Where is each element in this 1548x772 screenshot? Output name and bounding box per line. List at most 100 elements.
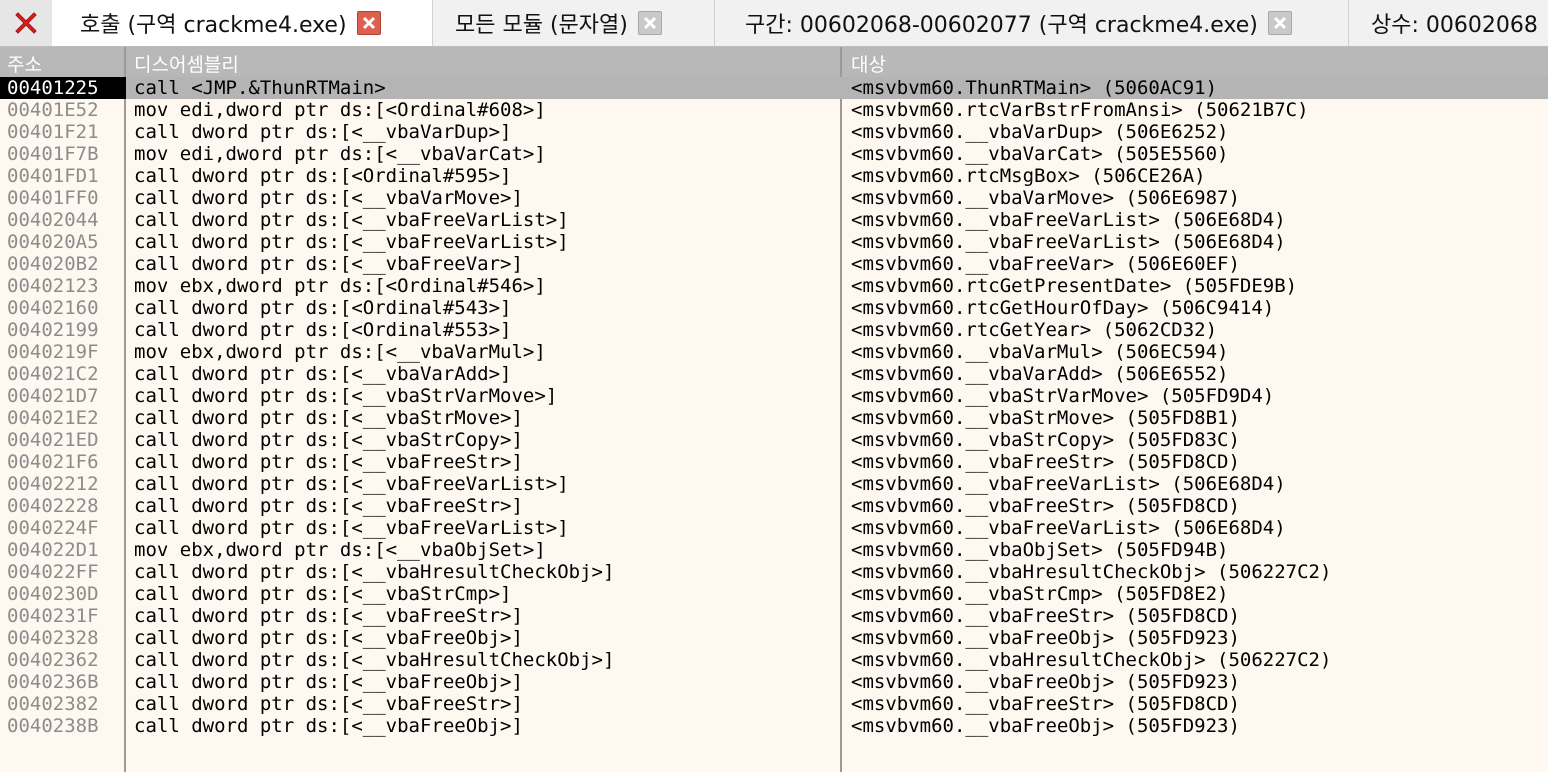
table-row[interactable]: 00402160 call dword ptr ds:[<Ordinal#543>… <box>0 297 1548 319</box>
row-target: <msvbvm60.rtcMsgBox> (506CE26A) <box>851 165 1206 187</box>
table-row[interactable]: 00402199 call dword ptr ds:[<Ordinal#553>… <box>0 319 1548 341</box>
row-address: 00402212 <box>7 473 99 495</box>
table-row[interactable]: 00401F21 call dword ptr ds:[<__vbaVarDup>… <box>0 121 1548 143</box>
table-row[interactable]: 0040230D call dword ptr ds:[<__vbaStrCmp>… <box>0 583 1548 605</box>
row-address: 004021ED <box>7 429 99 451</box>
table-row[interactable]: 004020B2 call dword ptr ds:[<__vbaFreeVar… <box>0 253 1548 275</box>
row-disassembly: call dword ptr ds:[<__vbaFreeVarList>] <box>134 473 569 495</box>
table-row[interactable]: 0040236B call dword ptr ds:[<__vbaFreeObj… <box>0 671 1548 693</box>
table-row[interactable]: 00401FF0 call dword ptr ds:[<__vbaVarMove… <box>0 187 1548 209</box>
row-target: <msvbvm60.__vbaHresultCheckObj> (506227C… <box>851 649 1332 671</box>
table-row[interactable]: 00401E52 mov edi,dword ptr ds:[<Ordinal#6… <box>0 99 1548 121</box>
row-disassembly: call dword ptr ds:[<Ordinal#553>] <box>134 319 512 341</box>
table-row[interactable]: 004021D7 call dword ptr ds:[<__vbaStrVarM… <box>0 385 1548 407</box>
row-target: <msvbvm60.__vbaStrCopy> (505FD83C) <box>851 429 1240 451</box>
table-row[interactable]: 00401225 call <JMP.&ThunRTMain> <msvbvm60.… <box>0 77 1548 99</box>
row-address: 00401FF0 <box>7 187 99 209</box>
row-address: 0040238B <box>7 715 99 737</box>
close-icon[interactable] <box>1267 11 1292 35</box>
row-address: 004020A5 <box>7 231 99 253</box>
row-disassembly: call dword ptr ds:[<__vbaStrMove>] <box>134 407 523 429</box>
close-all-tabs-button[interactable] <box>0 0 52 46</box>
row-target: <msvbvm60.__vbaVarMul> (506EC594) <box>851 341 1229 363</box>
table-row[interactable]: 00402044 call dword ptr ds:[<__vbaFreeVar… <box>0 209 1548 231</box>
row-target: <msvbvm60.rtcGetYear> (5062CD32) <box>851 319 1218 341</box>
table-row[interactable]: 00402212 call dword ptr ds:[<__vbaFreeVar… <box>0 473 1548 495</box>
column-header-target[interactable]: 대상 <box>851 50 886 77</box>
row-address: 00402199 <box>7 319 99 341</box>
tab-all-modules-strings[interactable]: 모든 모듈 (문자열) <box>432 0 714 46</box>
row-disassembly: call dword ptr ds:[<__vbaFreeVarList>] <box>134 231 569 253</box>
table-row[interactable]: 0040231F call dword ptr ds:[<__vbaFreeStr… <box>0 605 1548 627</box>
row-address: 00402362 <box>7 649 99 671</box>
row-address: 004022D1 <box>7 539 99 561</box>
row-target: <msvbvm60.__vbaVarCat> (505E5560) <box>851 143 1229 165</box>
close-icon[interactable] <box>637 11 662 35</box>
close-icon[interactable] <box>356 11 381 35</box>
row-disassembly: call dword ptr ds:[<__vbaFreeVarList>] <box>134 209 569 231</box>
tab-calls[interactable]: 호출 (구역 crackme4.exe) <box>52 0 432 46</box>
table-row[interactable]: 0040219F mov ebx,dword ptr ds:[<__vbaVarM… <box>0 341 1548 363</box>
tab-constant[interactable]: 상수: 00602068 <box>1348 0 1548 46</box>
table-row[interactable]: 004021E2 call dword ptr ds:[<__vbaStrMove… <box>0 407 1548 429</box>
row-address: 00401E52 <box>7 99 99 121</box>
column-header-bar: 주소 디스어셈블리 대상 <box>0 47 1548 77</box>
table-row[interactable]: 0040238B call dword ptr ds:[<__vbaFreeObj… <box>0 715 1548 737</box>
row-disassembly: mov edi,dword ptr ds:[<Ordinal#608>] <box>134 99 546 121</box>
table-row[interactable]: 0040224F call dword ptr ds:[<__vbaFreeVar… <box>0 517 1548 539</box>
row-address: 004021C2 <box>7 363 99 385</box>
row-target: <msvbvm60.__vbaVarDup> (506E6252) <box>851 121 1229 143</box>
table-row[interactable]: 00402328 call dword ptr ds:[<__vbaFreeObj… <box>0 627 1548 649</box>
calls-table: 00401225 call <JMP.&ThunRTMain> <msvbvm60.… <box>0 77 1548 737</box>
tab-range[interactable]: 구간: 00602068-00602077 (구역 crackme4.exe) <box>714 0 1348 46</box>
table-row[interactable]: 004021F6 call dword ptr ds:[<__vbaFreeStr… <box>0 451 1548 473</box>
row-target: <msvbvm60.__vbaFreeVar> (506E60EF) <box>851 253 1240 275</box>
table-row[interactable]: 004021C2 call dword ptr ds:[<__vbaVarAdd>… <box>0 363 1548 385</box>
row-address: 004020B2 <box>7 253 99 275</box>
row-address: 0040230D <box>7 583 99 605</box>
table-row[interactable]: 004020A5 call dword ptr ds:[<__vbaFreeVar… <box>0 231 1548 253</box>
row-address: 0040236B <box>7 671 99 693</box>
row-disassembly: call dword ptr ds:[<__vbaStrCopy>] <box>134 429 523 451</box>
table-row[interactable]: 00402362 call dword ptr ds:[<__vbaHresult… <box>0 649 1548 671</box>
table-row[interactable]: 00402382 call dword ptr ds:[<__vbaFreeStr… <box>0 693 1548 715</box>
row-address: 00401F7B <box>7 143 99 165</box>
table-row[interactable]: 004022FF call dword ptr ds:[<__vbaHresult… <box>0 561 1548 583</box>
row-disassembly: call dword ptr ds:[<__vbaFreeStr>] <box>134 605 523 627</box>
table-row[interactable]: 00401FD1 call dword ptr ds:[<Ordinal#595>… <box>0 165 1548 187</box>
row-disassembly: call dword ptr ds:[<__vbaFreeStr>] <box>134 693 523 715</box>
row-disassembly: call dword ptr ds:[<Ordinal#543>] <box>134 297 512 319</box>
row-disassembly: call dword ptr ds:[<Ordinal#595>] <box>134 165 512 187</box>
row-address: 00402123 <box>7 275 99 297</box>
row-disassembly: call dword ptr ds:[<__vbaFreeStr>] <box>134 451 523 473</box>
row-address: 004022FF <box>7 561 99 583</box>
table-row[interactable]: 00402228 call dword ptr ds:[<__vbaFreeStr… <box>0 495 1548 517</box>
row-target: <msvbvm60.__vbaFreeObj> (505FD923) <box>851 715 1240 737</box>
row-disassembly: mov ebx,dword ptr ds:[<Ordinal#546>] <box>134 275 546 297</box>
row-target: <msvbvm60.__vbaStrCmp> (505FD8E2) <box>851 583 1229 605</box>
row-disassembly: call dword ptr ds:[<__vbaStrCmp>] <box>134 583 512 605</box>
row-target: <msvbvm60.__vbaFreeStr> (505FD8CD) <box>851 495 1240 517</box>
row-address: 00402328 <box>7 627 99 649</box>
column-header-disassembly[interactable]: 디스어셈블리 <box>134 50 239 77</box>
row-disassembly: call dword ptr ds:[<__vbaFreeVar>] <box>134 253 523 275</box>
row-target: <msvbvm60.__vbaStrMove> (505FD8B1) <box>851 407 1240 429</box>
row-disassembly: call dword ptr ds:[<__vbaVarDup>] <box>134 121 512 143</box>
table-row[interactable]: 004021ED call dword ptr ds:[<__vbaStrCopy… <box>0 429 1548 451</box>
table-row[interactable]: 004022D1 mov ebx,dword ptr ds:[<__vbaObjS… <box>0 539 1548 561</box>
row-target: <msvbvm60.__vbaFreeStr> (505FD8CD) <box>851 693 1240 715</box>
row-target: <msvbvm60.__vbaStrVarMove> (505FD9D4) <box>851 385 1275 407</box>
row-disassembly: call dword ptr ds:[<__vbaHresultCheckObj… <box>134 561 615 583</box>
column-header-address[interactable]: 주소 <box>7 50 42 77</box>
table-row[interactable]: 00401F7B mov edi,dword ptr ds:[<__vbaVarC… <box>0 143 1548 165</box>
row-disassembly: call dword ptr ds:[<__vbaFreeObj>] <box>134 715 523 737</box>
table-row[interactable]: 00402123 mov ebx,dword ptr ds:[<Ordinal#5… <box>0 275 1548 297</box>
row-address: 0040224F <box>7 517 99 539</box>
row-disassembly: call dword ptr ds:[<__vbaStrVarMove>] <box>134 385 558 407</box>
row-disassembly: mov ebx,dword ptr ds:[<__vbaObjSet>] <box>134 539 546 561</box>
row-target: <msvbvm60.__vbaFreeVarList> (506E68D4) <box>851 209 1286 231</box>
row-target: <msvbvm60.rtcGetHourOfDay> (506C9414) <box>851 297 1275 319</box>
row-address: 004021F6 <box>7 451 99 473</box>
row-address: 004021E2 <box>7 407 99 429</box>
row-address: 00402160 <box>7 297 99 319</box>
